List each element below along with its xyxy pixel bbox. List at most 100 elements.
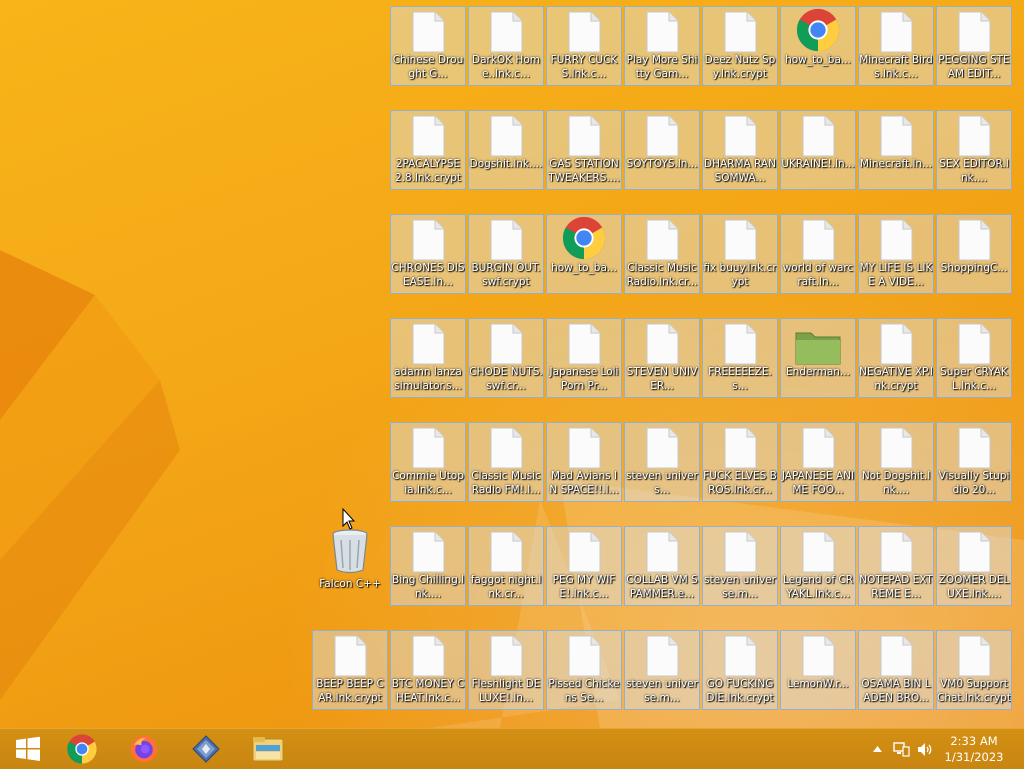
desktop-icon[interactable]: Classic Music Radio.lnk.cr... (624, 214, 700, 294)
desktop-icon[interactable]: Bing Chilling.lnk.... (390, 526, 466, 606)
windows-logo-icon (16, 736, 40, 761)
desktop-icon[interactable]: ShoppingC... (936, 214, 1012, 294)
desktop-icon-label: 2PACALYPSE 2.8.lnk.crypt (394, 158, 462, 184)
desktop-icon[interactable]: DHARMA RANSOMWA... (702, 110, 778, 190)
desktop-icon[interactable]: LemonW.r... (780, 630, 856, 710)
file-icon (566, 529, 602, 573)
volume-tray-button[interactable] (914, 729, 936, 769)
desktop-icon[interactable]: BTC MONEY CHEAT.lnk.c... (390, 630, 466, 710)
desktop-icon[interactable]: Japanese Loli Porn Pr... (546, 318, 622, 398)
file-icon (800, 633, 836, 677)
recycle-bin[interactable]: Falcon C++ (316, 528, 384, 594)
desktop-icon[interactable]: SEX EDITOR.lnk.... (936, 110, 1012, 190)
desktop-icon[interactable]: Commie Utopia.lnk.c... (390, 422, 466, 502)
desktop-icon[interactable]: UKRAINE!.ln... (780, 110, 856, 190)
desktop-icon[interactable]: Visually Stupidio 20... (936, 422, 1012, 502)
desktop-icon[interactable]: ZOOMER DELUXE.lnk.... (936, 526, 1012, 606)
desktop-icon[interactable]: faggot night.lnk.cr... (468, 526, 544, 606)
app-button[interactable] (178, 729, 234, 769)
desktop-icon[interactable]: steven universe.m... (624, 630, 700, 710)
desktop-icon[interactable]: Pissed Chickens Se... (546, 630, 622, 710)
desktop-icon[interactable]: Dogshit.lnk.... (468, 110, 544, 190)
desktop-icon[interactable]: STEVEN UNIVER... (624, 318, 700, 398)
desktop-icon[interactable]: NOTEPAD EXTREME E... (858, 526, 934, 606)
desktop-icon[interactable]: Play More Shitty Gam... (624, 6, 700, 86)
desktop-icon[interactable]: PEG MY WIFE!.lnk.c... (546, 526, 622, 606)
file-icon (566, 321, 602, 365)
desktop-icon[interactable]: CHODE NUTS.swf.cr... (468, 318, 544, 398)
desktop-icon-label: adamn lanza simulator.s... (394, 366, 462, 392)
desktop-icon[interactable]: fix buuy.lnk.crypt (702, 214, 778, 294)
file-icon (800, 217, 836, 261)
file-icon (878, 425, 914, 469)
desktop-icon[interactable]: steven univers... (624, 422, 700, 502)
desktop-icon-label: DarkOK Home..lnk.c... (472, 54, 540, 80)
file-icon (722, 633, 758, 677)
desktop-icon[interactable]: 2PACALYPSE 2.8.lnk.crypt (390, 110, 466, 190)
desktop-icon[interactable]: COLLAB VM SPAMMER.e... (624, 526, 700, 606)
file-icon (488, 217, 524, 261)
file-icon (722, 321, 758, 365)
firefox-button[interactable] (116, 729, 172, 769)
recycle-bin-label: Falcon C++ (319, 578, 381, 590)
file-explorer-button[interactable] (240, 729, 296, 769)
desktop-icon-label: CHODE NUTS.swf.cr... (469, 366, 543, 392)
desktop-icon[interactable]: Fleshlight DELUXE!.ln... (468, 630, 544, 710)
file-icon (410, 321, 446, 365)
desktop-icon[interactable]: GAS STATION TWEAKERS.... (546, 110, 622, 190)
desktop-icon-label: Chinese Drought G... (392, 54, 464, 80)
desktop-icon[interactable]: Minecraft.ln... (858, 110, 934, 190)
taskbar: 2:33 AM 1/31/2023 (0, 728, 1024, 769)
desktop-icon[interactable]: how_to_ba... (780, 6, 856, 86)
desktop-icon[interactable]: Not Dogshit.lnk.... (858, 422, 934, 502)
desktop-icon[interactable]: Mad Avians IN SPACE!!.l... (546, 422, 622, 502)
file-icon (878, 529, 914, 573)
desktop-icon[interactable]: NEGATIVE XP.lnk.crypt (858, 318, 934, 398)
desktop-icon[interactable]: SOYTOYS.ln... (624, 110, 700, 190)
diamond-app-icon (192, 735, 220, 763)
file-icon (644, 633, 680, 677)
network-tray-button[interactable] (890, 729, 912, 769)
desktop-icon-label: how_to_ba... (785, 54, 851, 66)
desktop-icon-label: CHRONES DISEASE.ln... (391, 262, 465, 288)
desktop-icon-label: how_to_ba... (551, 262, 617, 274)
desktop-icon[interactable]: adamn lanza simulator.s... (390, 318, 466, 398)
desktop-icon[interactable]: FREEEEEZE.s... (702, 318, 778, 398)
desktop-icon[interactable]: Enderman... (780, 318, 856, 398)
desktop-icon[interactable]: BEEP BEEP CAR.lnk.crypt (312, 630, 388, 710)
chrome-icon (67, 734, 97, 764)
file-icon (644, 529, 680, 573)
start-button[interactable] (0, 729, 56, 769)
desktop-icon[interactable]: world of warcraft.ln... (780, 214, 856, 294)
recycle-bin-icon (332, 529, 368, 574)
desktop-icon[interactable]: DarkOK Home..lnk.c... (468, 6, 544, 86)
desktop-icon[interactable]: OSAMA BIN LADEN BRO... (858, 630, 934, 710)
desktop-icon[interactable]: GO FUCKING DIE.lnk.crypt (702, 630, 778, 710)
desktop-icon[interactable]: PEGGING STEAM EDIT... (936, 6, 1012, 86)
desktop-icon-label: COLLAB VM SPAMMER.e... (626, 574, 698, 600)
desktop-icon[interactable]: VM0 Support Chat.lnk.crypt (936, 630, 1012, 710)
desktop-icon[interactable]: Minecraft Birds.lnk.c... (858, 6, 934, 86)
taskbar-clock[interactable]: 2:33 AM 1/31/2023 (942, 733, 1006, 765)
desktop-icon-label: steven universe.m... (626, 678, 698, 704)
desktop-icon[interactable]: Classic Music Radio FM!.l... (468, 422, 544, 502)
desktop-icon[interactable]: CHRONES DISEASE.ln... (390, 214, 466, 294)
desktop[interactable]: Chinese Drought G... DarkOK Home..lnk.c..… (0, 0, 1024, 728)
desktop-icon[interactable]: Chinese Drought G... (390, 6, 466, 86)
desktop-icon[interactable]: Super CRYAKL.lnk.c... (936, 318, 1012, 398)
desktop-icon[interactable]: Legend of CRYAKL.lnk.c... (780, 526, 856, 606)
desktop-icon[interactable]: Deez Nutz Spy.lnk.crypt (702, 6, 778, 86)
desktop-icon[interactable]: BURGIN OUT.swf.crypt (468, 214, 544, 294)
desktop-icon-label: PEGGING STEAM EDIT... (938, 54, 1010, 80)
desktop-icon[interactable]: FURRY CUCKS.lnk.c... (546, 6, 622, 86)
desktop-icon[interactable]: how_to_ba... (546, 214, 622, 294)
show-hidden-icons-button[interactable] (868, 729, 886, 769)
desktop-icon-label: Fleshlight DELUXE!.ln... (471, 678, 541, 704)
desktop-icon[interactable]: FUCK ELVES BROS.lnk.cr... (702, 422, 778, 502)
file-icon (488, 9, 524, 53)
desktop-icon[interactable]: JAPANESE ANIME FOO... (780, 422, 856, 502)
chrome-button[interactable] (54, 729, 110, 769)
desktop-icon[interactable]: MY LIFE IS LIKE A VIDE... (858, 214, 934, 294)
file-icon (956, 321, 992, 365)
desktop-icon[interactable]: steven universe.m... (702, 526, 778, 606)
